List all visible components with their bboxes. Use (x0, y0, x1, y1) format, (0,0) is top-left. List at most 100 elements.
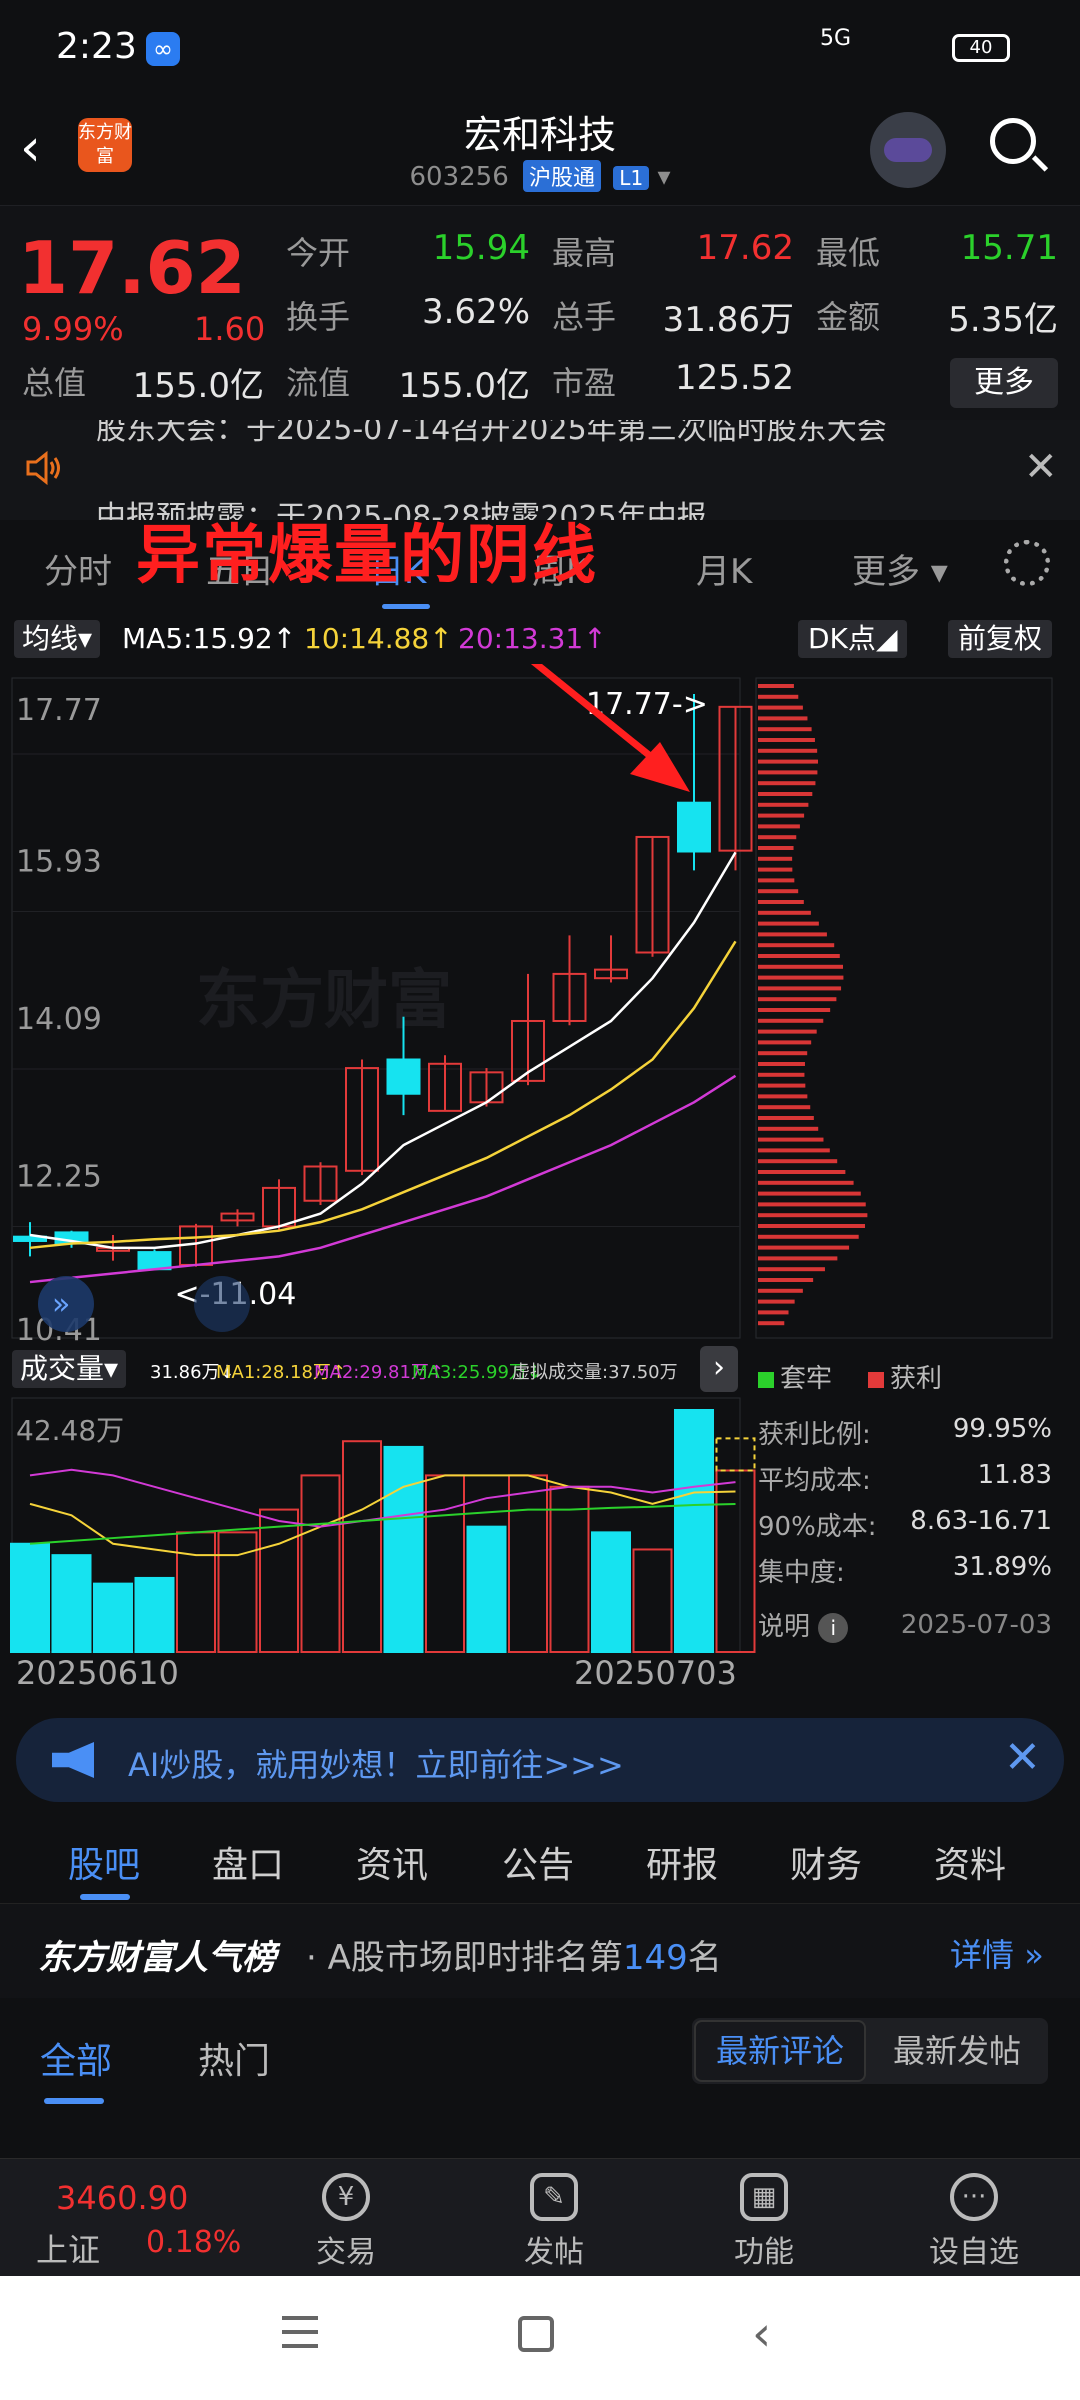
chip-bar (758, 1062, 805, 1066)
avg-cost-value: 11.83 (977, 1460, 1052, 1490)
chip-bar (758, 856, 793, 861)
chip-bar (758, 781, 816, 786)
tab-notice[interactable]: 公告 (502, 1836, 574, 1888)
chip-bar (758, 727, 812, 732)
post-button[interactable]: ✎ 发帖 (494, 2173, 614, 2271)
tab-news[interactable]: 资讯 (356, 1836, 428, 1888)
annotation-text: 异常爆量的阴线 (136, 519, 598, 593)
index-change: 0.18% (146, 2225, 242, 2260)
rank-detail-link[interactable]: 详情 » (950, 1930, 1044, 1976)
chip-bar (758, 759, 819, 764)
feed-tab-hot[interactable]: 热门 (198, 2032, 270, 2084)
open-value: 15.94 (432, 228, 530, 268)
sort-latest-comment[interactable]: 最新评论 (694, 2020, 866, 2082)
explain-link[interactable]: 说明 i (758, 1606, 849, 1643)
tab-monthly[interactable]: 月K (696, 544, 752, 593)
section-tabs: 股吧 盘口 资讯 公告 研报 财务 资料 (0, 1812, 1080, 1904)
amount-label: 金额 (816, 298, 881, 336)
tab-intraday[interactable]: 分时 (44, 544, 112, 593)
chip-bar (758, 813, 805, 818)
tab-finance[interactable]: 财务 (790, 1836, 862, 1888)
popularity-rank-row[interactable]: 东方财富人气榜 · A股市场即时排名第149名 详情 » (0, 1904, 1080, 1998)
chip-bar (758, 1180, 854, 1185)
close-icon[interactable]: ✕ (1024, 444, 1058, 490)
chip-bar (758, 824, 800, 829)
volume-bar-down (383, 1445, 424, 1654)
legend-locked: 套牢 (758, 1358, 832, 1395)
chip-bar (758, 770, 818, 775)
trade-button[interactable]: ¥ 交易 (286, 2173, 406, 2271)
network-indicator: 5G (820, 26, 852, 51)
watermark: 东方财富 (196, 964, 452, 1038)
index-value[interactable]: 3460.90 (56, 2179, 188, 2217)
adjust-button[interactable]: 前复权 (948, 620, 1053, 658)
app-root: 2:23 ∞ 5G 40 ‹ 东方财富 宏和科技 603256 沪股通 L1 ▾… (0, 0, 1080, 2400)
dk-point-button[interactable]: DK点◢ (798, 620, 908, 658)
add-watchlist-button[interactable]: ··· 设自选 (914, 2173, 1034, 2271)
rank-description: · A股市场即时排名第149名 (306, 1938, 722, 1978)
gear-icon[interactable] (1004, 540, 1050, 586)
chip-bar (758, 1008, 831, 1012)
float-cap-label: 流值 (286, 364, 351, 402)
active-tab-indicator (80, 1894, 130, 1900)
turnover-label: 换手 (286, 298, 351, 336)
ai-promo-banner[interactable]: AI炒股，就用妙想！立即前往>>> ✕ (16, 1718, 1064, 1802)
volume-label: 总手 (552, 298, 617, 336)
ma-selector[interactable]: 均线▾ (14, 620, 101, 658)
float-cap-value: 155.0亿 (398, 366, 530, 406)
volume-selector[interactable]: 成交量▾ (12, 1350, 127, 1388)
ma20-value: 20:13.31↑ (458, 622, 607, 655)
chip-bar (758, 1267, 825, 1272)
concentration-label: 集中度: (758, 1558, 845, 1588)
volume-bar-down (674, 1409, 714, 1653)
chip-bar (758, 792, 813, 796)
chip-bar (758, 1083, 806, 1088)
ma10-value: 10:14.88↑ (304, 622, 453, 655)
tab-pankou[interactable]: 盘口 (212, 1836, 284, 1888)
functions-button[interactable]: ▦ 功能 (704, 2173, 824, 2271)
tab-more[interactable]: 更多 ▾ (852, 544, 948, 593)
search-icon[interactable] (990, 118, 1036, 164)
low-value: 15.71 (960, 228, 1058, 268)
cost90-value: 8.63-16.71 (910, 1506, 1052, 1536)
level-badge: L1 (613, 166, 650, 190)
chip-bar (758, 835, 797, 840)
bottom-action-bar: 3460.90 上证 0.18% ¥ 交易 ✎ 发帖 ▦ 功能 ··· 设自选 (0, 2158, 1080, 2276)
tab-guba[interactable]: 股吧 (68, 1836, 140, 1888)
y-tick-label: 14.09 (16, 1002, 102, 1037)
feed-tab-all[interactable]: 全部 (40, 2032, 112, 2084)
chip-bar (758, 1310, 789, 1315)
yen-icon: ¥ (322, 2173, 370, 2221)
info-icon: i (818, 1613, 849, 1643)
last-price: 17.62 (18, 226, 246, 310)
sort-latest-post[interactable]: 最新发帖 (868, 2020, 1046, 2082)
chip-bar (758, 1105, 811, 1110)
volume-bar-down (466, 1525, 507, 1653)
home-button[interactable] (518, 2316, 554, 2352)
ai-assistant-avatar[interactable] (870, 112, 946, 188)
recent-apps-button[interactable] (282, 2316, 318, 2352)
tab-profile[interactable]: 资料 (934, 1836, 1006, 1888)
chip-bar (758, 1072, 805, 1077)
more-button[interactable]: 更多 (950, 358, 1058, 408)
chip-bar (758, 964, 844, 969)
chip-bar (758, 867, 793, 872)
back-nav-button[interactable]: ‹ (752, 2306, 771, 2362)
chip-bar (758, 1213, 868, 1218)
volume-bar-up (217, 1531, 258, 1654)
chip-bar (758, 1040, 812, 1045)
volume-bar-down (10, 1542, 50, 1653)
low-label: 最低 (816, 234, 881, 272)
ma20-line (29, 1074, 737, 1284)
open-label: 今开 (286, 234, 351, 272)
index-name[interactable]: 上证 (36, 2225, 100, 2271)
chip-bar (758, 1148, 830, 1153)
close-icon[interactable]: ✕ (1004, 1732, 1041, 1783)
chip-bar (758, 1278, 814, 1282)
chip-bar (758, 878, 795, 883)
tab-research[interactable]: 研报 (646, 1836, 718, 1888)
chip-bar (758, 1191, 861, 1196)
vol-virtual: 虚拟成交量:37.50万 (512, 1362, 678, 1383)
stock-header: ‹ 东方财富 宏和科技 603256 沪股通 L1 ▾ (0, 96, 1080, 206)
expand-panel-button[interactable]: › (700, 1346, 738, 1392)
